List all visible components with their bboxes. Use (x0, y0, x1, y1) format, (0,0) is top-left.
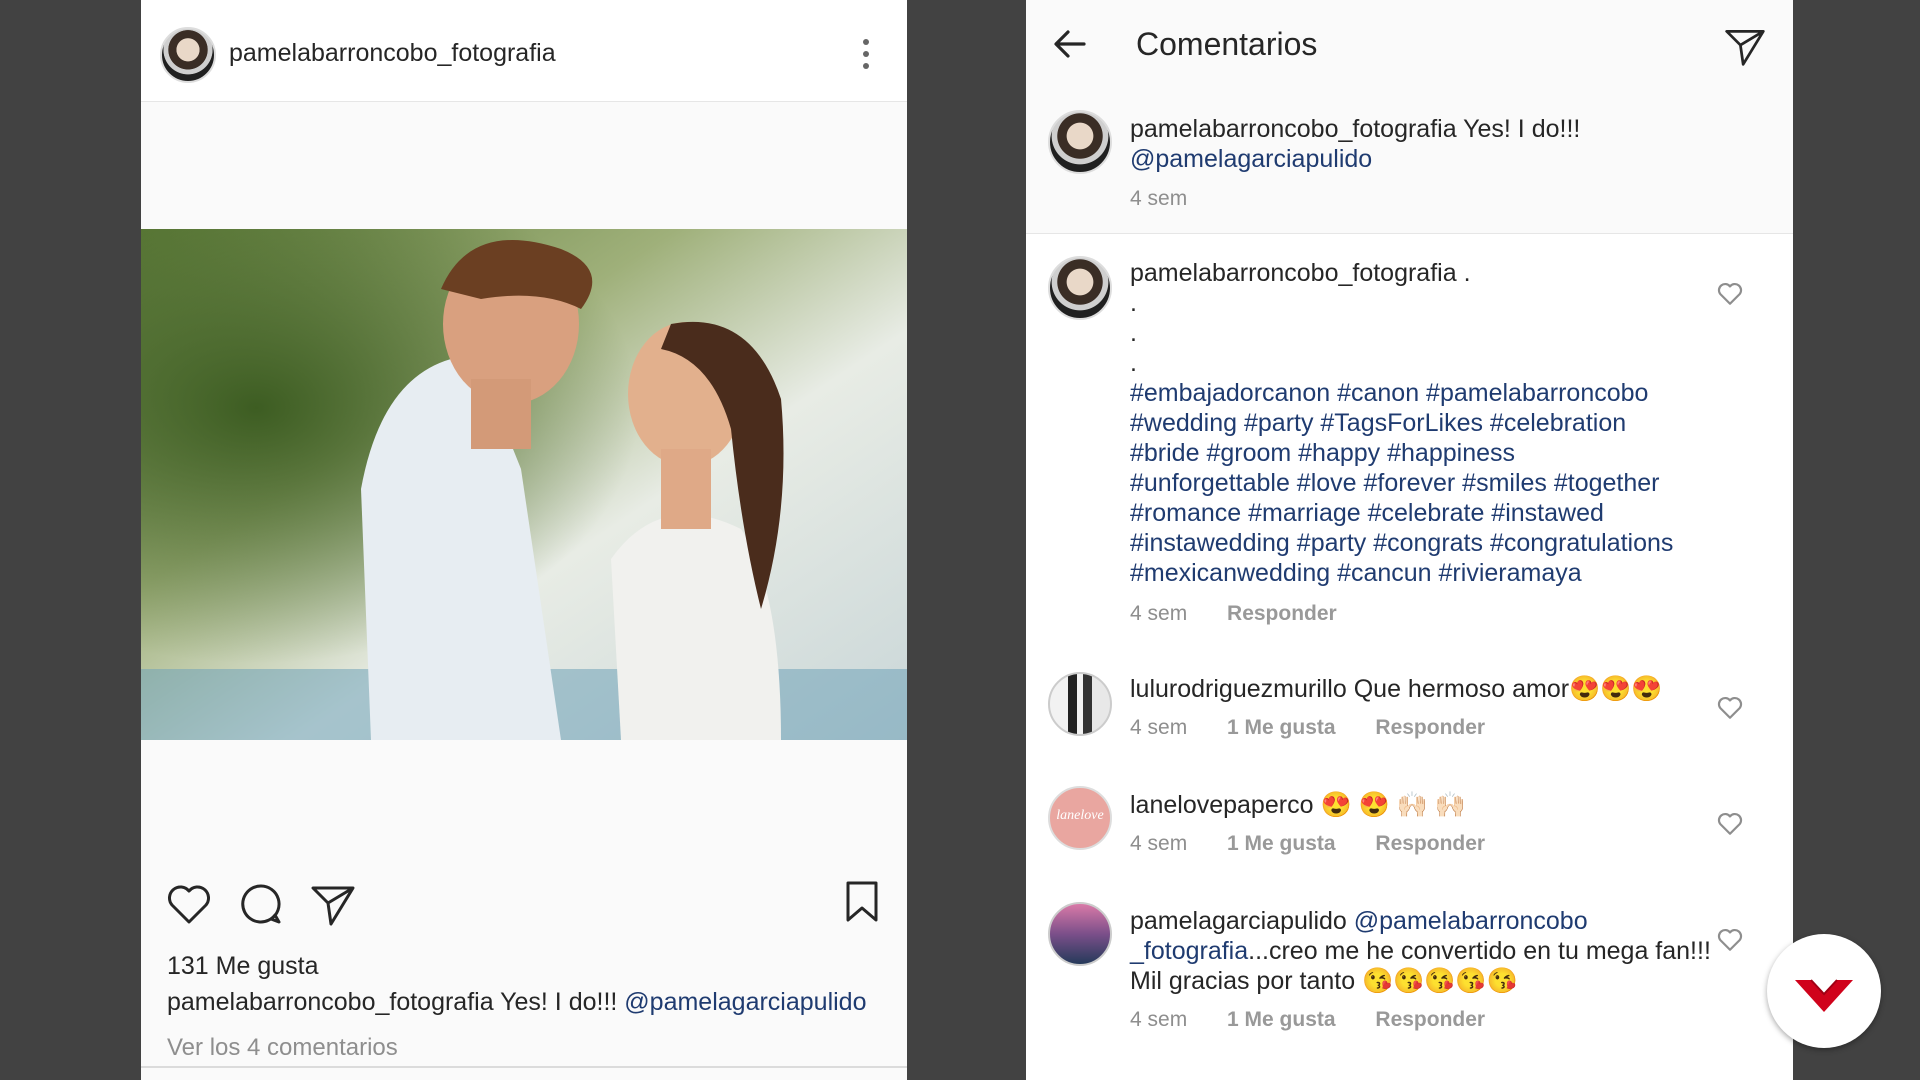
comment-meta: 4 sem 1 Me gusta Responder (1130, 716, 1519, 740)
caption-mention[interactable]: @pamelagarciapulido (624, 988, 866, 1016)
comment-meta: 4 sem (1130, 187, 1221, 211)
hashtag-line[interactable]: #mexicanwedding #cancun #rivieramaya (1130, 559, 1582, 587)
post-username[interactable]: pamelabarroncobo_fotografia (229, 39, 556, 68)
comment-text: . (1463, 259, 1471, 287)
hashtag-line[interactable]: #wedding #party #TagsForLikes #celebrati… (1130, 409, 1626, 437)
caption-text: Yes! I do!!! (500, 988, 618, 1016)
dot-line: . (1130, 349, 1137, 377)
comment-username[interactable]: pamelabarroncobo_fotografia (1130, 259, 1457, 287)
comments-panel: Comentarios pamelabarroncobo_fotografia … (1026, 0, 1793, 1080)
post-caption: pamelabarroncobo_fotografia Yes! I do!!!… (167, 988, 866, 1017)
hashtag-line[interactable]: #instawedding #party #congrats #congratu… (1130, 529, 1673, 557)
like-heart-icon[interactable] (1717, 928, 1743, 957)
comment-body: pamelabarroncobo_fotografia . . . . #emb… (1130, 258, 1720, 588)
comment-likes[interactable]: 1 Me gusta (1227, 832, 1336, 855)
hashtag-line[interactable]: #unforgettable #love #forever #smiles #t… (1130, 469, 1660, 497)
like-heart-icon[interactable] (1717, 696, 1743, 725)
list-item: pamelagarciapulido @pamelabarroncobo _fo… (1026, 882, 1793, 1052)
comment-username[interactable]: lanelovepaperco (1130, 791, 1313, 819)
avatar[interactable] (1048, 672, 1112, 736)
comment-username[interactable]: pamelabarroncobo_fotografia (1130, 115, 1457, 143)
hashtag-line[interactable]: #bride #groom #happy #happiness (1130, 439, 1515, 467)
avatar[interactable] (1048, 902, 1112, 966)
heart-icon[interactable] (165, 880, 213, 933)
dot-line: . (1130, 289, 1137, 317)
post-photo[interactable] (141, 229, 907, 740)
comment-username[interactable]: lulurodriguezmurillo (1130, 675, 1347, 703)
logo-button[interactable] (1767, 934, 1881, 1048)
comment-username[interactable]: pamelagarciapulido (1130, 907, 1347, 935)
comment-text: Yes! I do!!! (1463, 115, 1581, 143)
comment-time: 4 sem (1130, 187, 1188, 210)
dot-line: . (1130, 319, 1137, 347)
caption-comment: pamelabarroncobo_fotografia Yes! I do!!!… (1026, 88, 1793, 233)
list-item: pamelabarroncobo_fotografia . . . . #emb… (1026, 234, 1793, 626)
avatar[interactable] (1048, 110, 1112, 174)
post-header: pamelabarroncobo_fotografia (141, 9, 907, 102)
list-item: lulurodriguezmurillo Que hermoso amor😍😍😍… (1026, 650, 1793, 760)
reply-button[interactable]: Responder (1375, 1008, 1485, 1031)
comments-title: Comentarios (1136, 26, 1318, 62)
bottom-divider (141, 1066, 907, 1080)
avatar[interactable] (1048, 256, 1112, 320)
likes-count[interactable]: 131 Me gusta (167, 952, 319, 981)
comment-text: 😍 😍 🙌🏻 🙌🏻 (1320, 791, 1466, 819)
comment-time: 4 sem (1130, 716, 1188, 739)
avatar-logo-text: lanelove (1056, 808, 1104, 823)
logo-icon (1795, 979, 1853, 1012)
comment-likes[interactable]: 1 Me gusta (1227, 1008, 1336, 1031)
comment-body: pamelabarroncobo_fotografia Yes! I do!!!… (1130, 114, 1720, 174)
view-comments-link[interactable]: Ver los 4 comentarios (167, 1034, 398, 1062)
comment-meta: 4 sem 1 Me gusta Responder (1130, 1008, 1519, 1032)
comments-header: Comentarios (1026, 0, 1793, 89)
comment-body: pamelagarciapulido @pamelabarroncobo _fo… (1130, 906, 1720, 996)
post-avatar[interactable] (160, 27, 216, 83)
back-arrow-icon[interactable] (1052, 26, 1088, 67)
more-icon[interactable] (863, 39, 869, 73)
comment-meta: 4 sem 1 Me gusta Responder (1130, 832, 1519, 856)
like-heart-icon[interactable] (1717, 282, 1743, 311)
bookmark-icon[interactable] (844, 880, 880, 929)
comment-mention[interactable]: @pamelagarciapulido (1130, 145, 1372, 173)
reply-button[interactable]: Responder (1375, 832, 1485, 855)
hashtag-line[interactable]: #romance #marriage #celebrate #instawed (1130, 499, 1604, 527)
comment-body: lulurodriguezmurillo Que hermoso amor😍😍😍 (1130, 674, 1720, 704)
reply-button[interactable]: Responder (1227, 602, 1337, 625)
comment-likes[interactable]: 1 Me gusta (1227, 716, 1336, 739)
post-panel: pamelabarroncobo_fotografia 131 Me gusta… (141, 0, 907, 1080)
comment-time: 4 sem (1130, 602, 1188, 625)
post-actions (141, 880, 907, 940)
comment-body: lanelovepaperco 😍 😍 🙌🏻 🙌🏻 (1130, 790, 1720, 820)
reply-button[interactable]: Responder (1375, 716, 1485, 739)
couple-photo-image (141, 229, 907, 740)
hashtag-line[interactable]: #embajadorcanon #canon #pamelabarroncobo (1130, 379, 1648, 407)
comment-time: 4 sem (1130, 1008, 1188, 1031)
send-icon[interactable] (1723, 24, 1767, 73)
comment-meta: 4 sem Responder (1130, 602, 1371, 626)
list-item: lanelove lanelovepaperco 😍 😍 🙌🏻 🙌🏻 4 sem… (1026, 766, 1793, 876)
send-icon[interactable] (309, 880, 357, 933)
like-heart-icon[interactable] (1717, 812, 1743, 841)
avatar[interactable]: lanelove (1048, 786, 1112, 850)
caption-username[interactable]: pamelabarroncobo_fotografia (167, 988, 494, 1016)
comment-text: Que hermoso amor😍😍😍 (1353, 675, 1663, 703)
comment-time: 4 sem (1130, 832, 1188, 855)
comment-icon[interactable] (237, 880, 285, 933)
